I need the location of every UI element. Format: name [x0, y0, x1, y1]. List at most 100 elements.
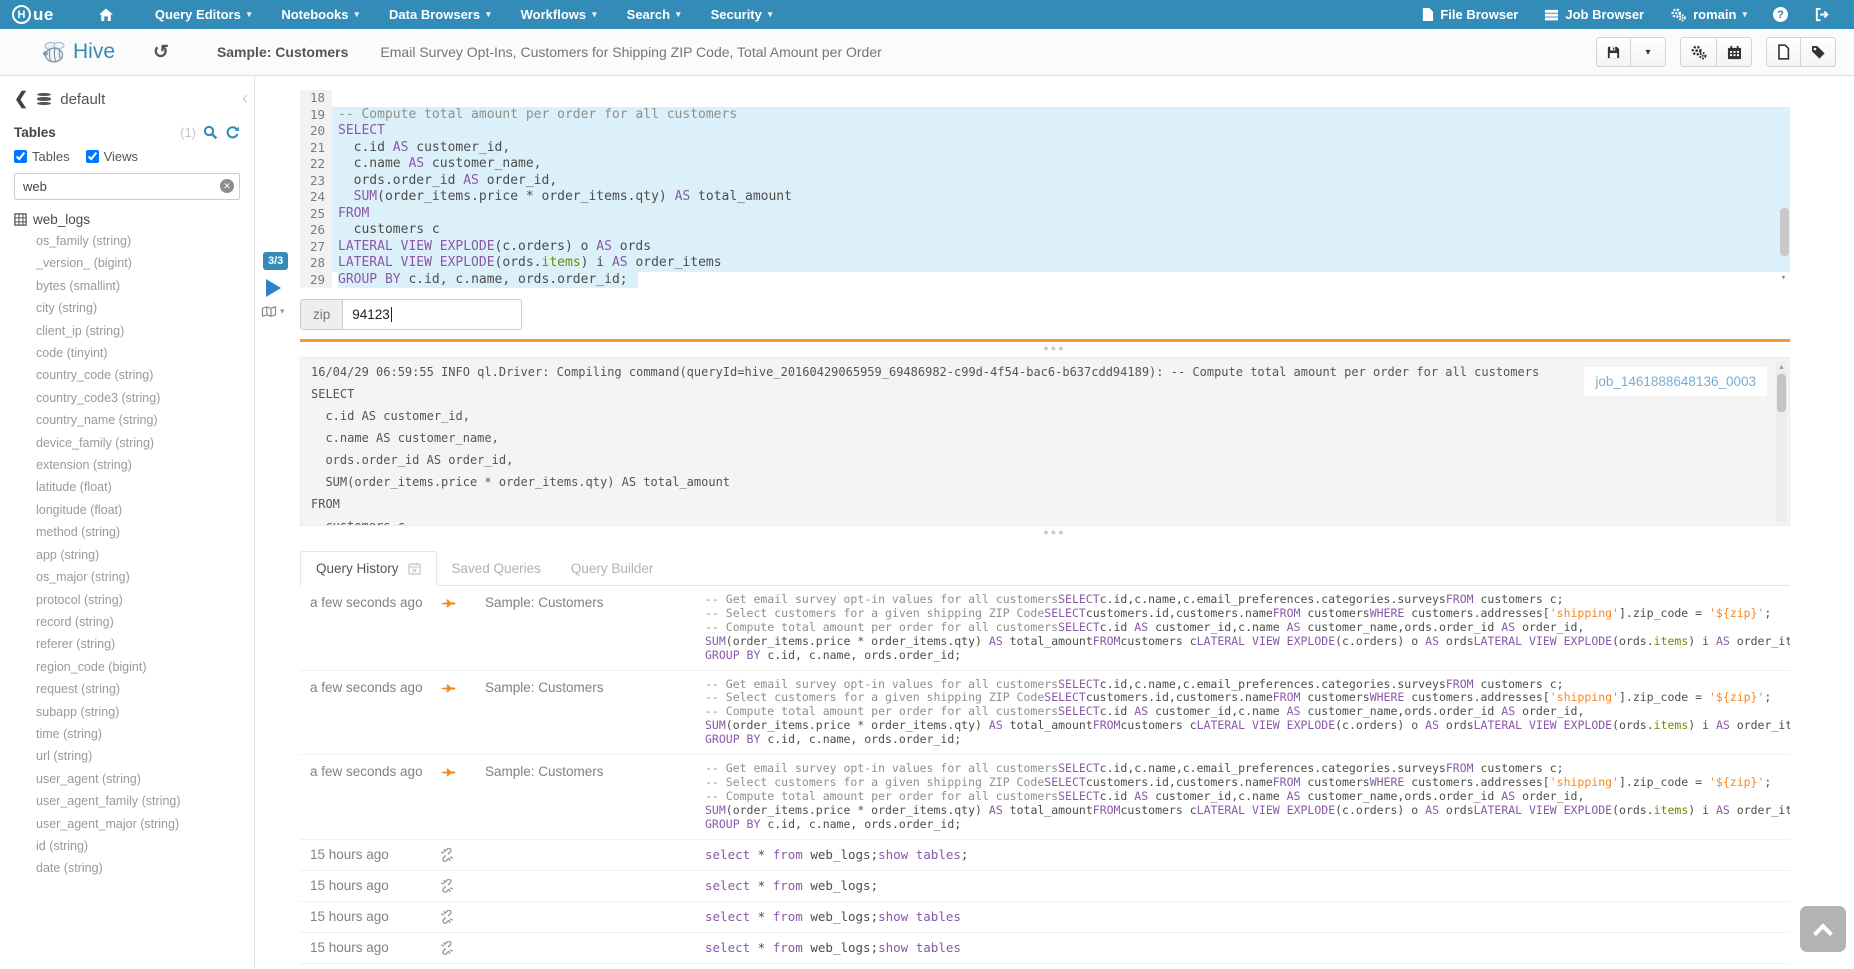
sql-line: GROUP BY c.id, c.name, ords.order_id;: [705, 733, 1790, 747]
column-item[interactable]: bytes (smallint): [14, 275, 254, 297]
home-icon[interactable]: [82, 7, 130, 22]
scrollbar-thumb[interactable]: [1780, 208, 1789, 256]
filter-tables[interactable]: Tables: [14, 149, 70, 164]
tab-query-builder[interactable]: Query Builder: [556, 552, 669, 585]
column-item[interactable]: app (string): [14, 544, 254, 566]
column-item[interactable]: user_agent (string): [14, 768, 254, 790]
sql-token: web_logs;: [803, 879, 878, 893]
hue-logo[interactable]: H ue: [12, 5, 54, 25]
log-line: SUM(order_items.price * order_items.qty)…: [311, 471, 1779, 493]
column-item[interactable]: client_ip (string): [14, 320, 254, 342]
history-row[interactable]: 15 hours agoselect * from web_logs;show …: [300, 933, 1790, 964]
tab-saved-queries[interactable]: Saved Queries: [437, 552, 556, 585]
functions-map-button[interactable]: ▾: [261, 305, 285, 318]
search-icon[interactable]: [203, 125, 218, 140]
sidebar-collapse-icon[interactable]: ‹: [242, 88, 248, 109]
resize-grip[interactable]: ●●●: [255, 526, 1854, 541]
table-search-input[interactable]: [14, 173, 240, 200]
query-history-icon[interactable]: ↺: [153, 41, 169, 64]
column-item[interactable]: request (string): [14, 678, 254, 700]
tags-button[interactable]: [1801, 37, 1836, 67]
column-item[interactable]: date (string): [14, 857, 254, 879]
history-row[interactable]: a few seconds agoSample: Customers-- Get…: [300, 671, 1790, 756]
column-item[interactable]: city (string): [14, 297, 254, 319]
column-item[interactable]: country_code3 (string): [14, 387, 254, 409]
filter-views[interactable]: Views: [86, 149, 138, 164]
column-item[interactable]: longitude (float): [14, 499, 254, 521]
tab-label: Query Builder: [571, 561, 654, 576]
history-row[interactable]: 15 hours agoselect * from web_logs;show …: [300, 840, 1790, 871]
column-item[interactable]: method (string): [14, 521, 254, 543]
refresh-icon[interactable]: [225, 125, 240, 140]
column-item[interactable]: os_family (string): [14, 230, 254, 252]
history-row[interactable]: 15 hours agoselect * from web_logs;show …: [300, 964, 1790, 968]
sql-token: GROUP BY: [705, 648, 760, 662]
nav-file-browser[interactable]: File Browser: [1408, 0, 1531, 29]
code-editor[interactable]: 1819-- Compute total amount per order fo…: [300, 90, 1790, 290]
nav-security[interactable]: Security▾: [696, 0, 788, 29]
nav-romain[interactable]: romain▾: [1657, 0, 1760, 29]
clear-search-icon[interactable]: ✕: [220, 179, 234, 193]
scroll-down-icon[interactable]: ▾: [1777, 271, 1790, 284]
column-item[interactable]: extension (string): [14, 454, 254, 476]
calendar-x-icon[interactable]: [408, 562, 421, 575]
views-checkbox[interactable]: [86, 150, 99, 163]
tables-checkbox[interactable]: [14, 150, 27, 163]
scroll-up-icon[interactable]: ▴: [1776, 361, 1787, 372]
hive-brand[interactable]: Hive: [40, 39, 115, 65]
nav-notebooks[interactable]: Notebooks▾: [266, 0, 374, 29]
nav-data-browsers[interactable]: Data Browsers▾: [374, 0, 506, 29]
column-item[interactable]: code (tinyint): [14, 342, 254, 364]
sql-token: (order_items.price * order_items.qty): [377, 189, 674, 204]
sql-line: -- Get email survey opt-in values for al…: [705, 678, 1790, 692]
column-item[interactable]: user_agent_family (string): [14, 790, 254, 812]
execute-button[interactable]: [266, 279, 281, 297]
column-item[interactable]: id (string): [14, 835, 254, 857]
back-icon[interactable]: ❮: [14, 89, 28, 109]
column-item[interactable]: os_major (string): [14, 566, 254, 588]
column-item[interactable]: _version_ (bigint): [14, 252, 254, 274]
column-item[interactable]: subapp (string): [14, 701, 254, 723]
job-link[interactable]: job_1461888648136_0003: [1584, 367, 1767, 396]
database-name[interactable]: default: [60, 91, 105, 108]
log-scrollbar[interactable]: ▴: [1776, 361, 1787, 522]
new-document-button[interactable]: [1766, 37, 1801, 67]
editor-scrollbar[interactable]: ▾: [1777, 90, 1790, 290]
history-row[interactable]: 15 hours agoselect * from web_logs;: [300, 871, 1790, 902]
column-item[interactable]: latitude (float): [14, 476, 254, 498]
nav-logout-icon[interactable]: [1801, 0, 1842, 29]
column-item[interactable]: time (string): [14, 723, 254, 745]
history-row[interactable]: a few seconds agoSample: Customers-- Get…: [300, 586, 1790, 671]
column-item[interactable]: referer (string): [14, 633, 254, 655]
tables-count: (1): [180, 125, 196, 140]
column-item[interactable]: user_agent_major (string): [14, 813, 254, 835]
column-item[interactable]: device_family (string): [14, 432, 254, 454]
column-item[interactable]: country_name (string): [14, 409, 254, 431]
sql-token: ords: [612, 239, 651, 254]
save-dropdown-button[interactable]: ▾: [1631, 37, 1666, 67]
table-web-logs[interactable]: web_logs: [14, 212, 254, 227]
nav-workflows[interactable]: Workflows▾: [506, 0, 612, 29]
nav-help-icon[interactable]: ?: [1760, 0, 1801, 29]
scroll-to-top-button[interactable]: [1800, 906, 1846, 952]
column-item[interactable]: country_code (string): [14, 364, 254, 386]
tab-query-history[interactable]: Query History: [300, 551, 437, 586]
schedule-calendar-button[interactable]: [1717, 37, 1752, 67]
nav-query-editors[interactable]: Query Editors▾: [140, 0, 267, 29]
column-item[interactable]: record (string): [14, 611, 254, 633]
sql-token: order_items: [1730, 634, 1790, 648]
nav-search[interactable]: Search▾: [612, 0, 696, 29]
history-row[interactable]: a few seconds agoSample: Customers-- Get…: [300, 755, 1790, 840]
settings-gears-button[interactable]: [1680, 37, 1717, 67]
column-item[interactable]: protocol (string): [14, 589, 254, 611]
history-row[interactable]: 15 hours agoselect * from web_logs;show …: [300, 902, 1790, 933]
save-button[interactable]: [1596, 37, 1631, 67]
nav-job-browser[interactable]: Job Browser: [1531, 0, 1657, 29]
variable-input[interactable]: 94123: [342, 299, 522, 330]
resize-grip[interactable]: ●●●: [255, 342, 1854, 357]
document-name[interactable]: Sample: Customers: [217, 44, 348, 60]
sql-token: FROM: [1446, 593, 1474, 606]
scrollbar-thumb[interactable]: [1777, 374, 1786, 412]
column-item[interactable]: region_code (bigint): [14, 656, 254, 678]
column-item[interactable]: url (string): [14, 745, 254, 767]
